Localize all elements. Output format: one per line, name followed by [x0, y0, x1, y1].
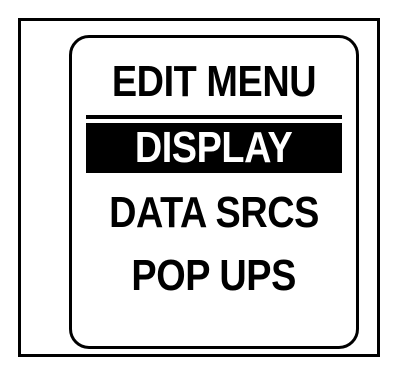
menu-title-text: EDIT MENU	[111, 57, 317, 106]
gauge-display-screen: EDIT MENU DISPLAY DATA SRCS POP UPS	[69, 35, 359, 349]
title-divider	[86, 115, 342, 119]
menu-item-pop-ups[interactable]: POP UPS	[86, 251, 342, 301]
menu-title: EDIT MENU	[92, 56, 336, 108]
menu-item-data-srcs[interactable]: DATA SRCS	[86, 188, 342, 238]
menu-item-data-srcs-label: DATA SRCS	[109, 188, 319, 237]
menu-item-pop-ups-label: POP UPS	[131, 251, 297, 300]
menu-item-display[interactable]: DISPLAY	[86, 123, 342, 173]
menu-item-display-label: DISPLAY	[135, 123, 293, 172]
